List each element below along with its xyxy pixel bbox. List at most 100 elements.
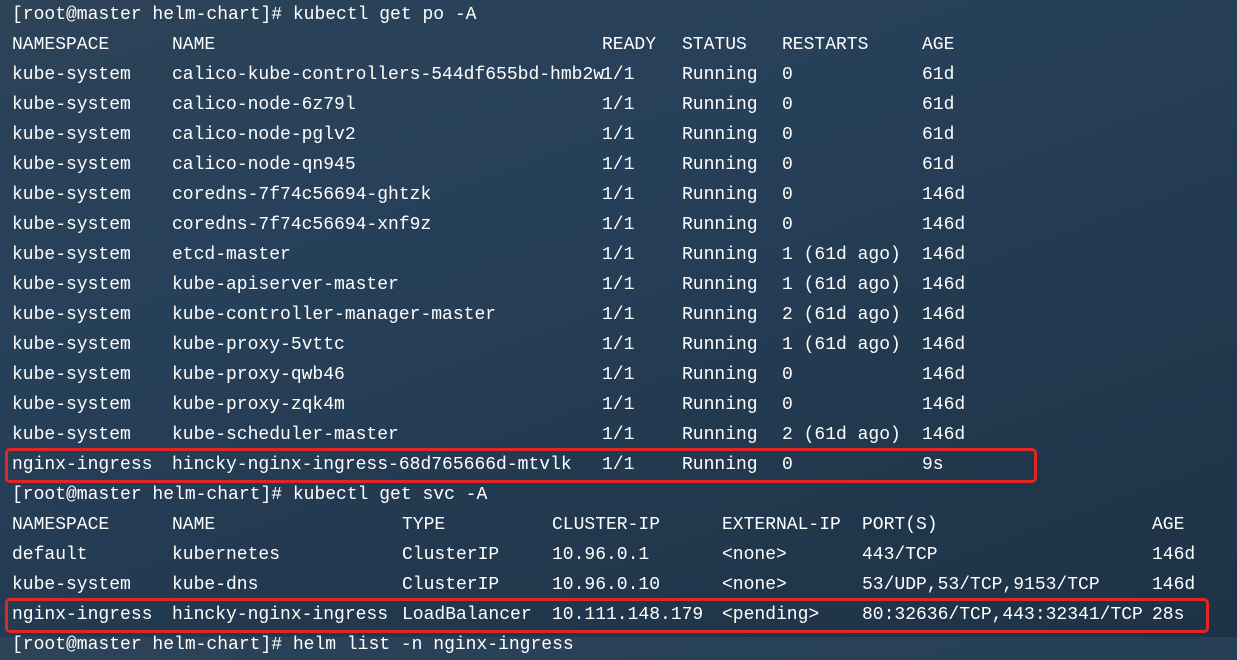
column-header: NAMESPACE (12, 35, 110, 55)
table-cell: Running (682, 125, 758, 145)
table-cell: 0 (782, 215, 793, 235)
table-cell: kube-system (12, 425, 131, 445)
table-cell: 1/1 (602, 395, 635, 415)
column-header: STATUS (682, 35, 747, 55)
table-cell: 10.96.0.10 (552, 575, 661, 595)
table-cell: 146d (1152, 575, 1196, 595)
command-line: [root@master helm-chart]# helm list -n n… (12, 635, 574, 655)
table-cell: 146d (922, 425, 966, 445)
table-cell: Running (682, 395, 758, 415)
table-cell: 0 (782, 65, 793, 85)
table-cell: Running (682, 215, 758, 235)
table-cell: calico-node-pglv2 (172, 125, 356, 145)
table-cell: kube-proxy-5vttc (172, 335, 345, 355)
command-line: [root@master helm-chart]# kubectl get po… (12, 5, 477, 25)
table-cell: <none> (722, 545, 787, 565)
table-cell: 1/1 (602, 185, 635, 205)
table-cell: 61d (922, 125, 955, 145)
table-cell: Running (682, 335, 758, 355)
table-cell: 146d (922, 335, 966, 355)
table-cell: 1/1 (602, 95, 635, 115)
table-cell: 1/1 (602, 275, 635, 295)
table-cell: 0 (782, 185, 793, 205)
table-cell: 1/1 (602, 215, 635, 235)
table-cell: Running (682, 305, 758, 325)
table-cell: 53/UDP,53/TCP,9153/TCP (862, 575, 1100, 595)
table-cell: 28s (1152, 605, 1185, 625)
table-cell: 146d (1152, 545, 1196, 565)
table-cell: 0 (782, 155, 793, 175)
table-cell: kube-system (12, 95, 131, 115)
table-cell: 1 (61d ago) (782, 275, 901, 295)
table-cell: 146d (922, 245, 966, 265)
column-header: EXTERNAL-IP (722, 515, 841, 535)
table-cell: 1/1 (602, 65, 635, 85)
table-cell: kubernetes (172, 545, 281, 565)
table-cell: 1/1 (602, 455, 635, 475)
table-cell: 0 (782, 125, 793, 145)
table-cell: 2 (61d ago) (782, 425, 901, 445)
table-cell: 146d (922, 305, 966, 325)
table-cell: 443/TCP (862, 545, 938, 565)
table-cell: ClusterIP (402, 545, 500, 565)
table-cell: 61d (922, 155, 955, 175)
table-cell: Running (682, 425, 758, 445)
table-cell: 1/1 (602, 125, 635, 145)
table-cell: calico-kube-controllers-544df655bd-hmb2w (172, 65, 605, 85)
table-cell: coredns-7f74c56694-xnf9z (172, 215, 432, 235)
column-header: READY (602, 35, 657, 55)
table-cell: 0 (782, 365, 793, 385)
table-cell: hincky-nginx-ingress-68d765666d-mtvlk (172, 455, 572, 475)
table-cell: 2 (61d ago) (782, 305, 901, 325)
table-cell: 1 (61d ago) (782, 335, 901, 355)
table-cell: 146d (922, 365, 966, 385)
table-cell: 1/1 (602, 425, 635, 445)
table-cell: coredns-7f74c56694-ghtzk (172, 185, 432, 205)
table-cell: Running (682, 65, 758, 85)
column-header: PORT(S) (862, 515, 938, 535)
table-cell: kube-system (12, 215, 131, 235)
table-cell: ClusterIP (402, 575, 500, 595)
table-cell: 10.111.148.179 (552, 605, 704, 625)
terminal-window[interactable]: [root@master helm-chart]# kubectl get po… (0, 0, 1237, 655)
table-cell: kube-system (12, 65, 131, 85)
table-cell: kube-scheduler-master (172, 425, 399, 445)
table-cell: Running (682, 155, 758, 175)
table-cell: nginx-ingress (12, 605, 153, 625)
table-cell: kube-system (12, 185, 131, 205)
column-header: TYPE (402, 515, 446, 535)
table-cell: kube-system (12, 575, 131, 595)
table-cell: kube-system (12, 125, 131, 145)
column-header: RESTARTS (782, 35, 869, 55)
table-cell: Running (682, 455, 758, 475)
table-cell: 1/1 (602, 365, 635, 385)
table-cell: 1/1 (602, 155, 635, 175)
table-cell: 0 (782, 95, 793, 115)
table-cell: kube-system (12, 305, 131, 325)
column-header: AGE (1152, 515, 1185, 535)
table-cell: kube-system (12, 245, 131, 265)
table-cell: kube-controller-manager-master (172, 305, 497, 325)
column-header: NAMESPACE (12, 515, 110, 535)
table-cell: Running (682, 365, 758, 385)
table-cell: Running (682, 275, 758, 295)
table-cell: 61d (922, 65, 955, 85)
table-cell: Running (682, 185, 758, 205)
table-cell: Running (682, 245, 758, 265)
table-cell: 146d (922, 395, 966, 415)
table-cell: 146d (922, 215, 966, 235)
table-cell: kube-system (12, 155, 131, 175)
table-cell: kube-proxy-qwb46 (172, 365, 345, 385)
table-cell: <none> (722, 575, 787, 595)
table-cell: etcd-master (172, 245, 291, 265)
table-cell: 146d (922, 185, 966, 205)
table-cell: 0 (782, 395, 793, 415)
table-cell: kube-apiserver-master (172, 275, 399, 295)
column-header: NAME (172, 35, 216, 55)
table-cell: <pending> (722, 605, 820, 625)
column-header: AGE (922, 35, 955, 55)
column-header: CLUSTER-IP (552, 515, 661, 535)
table-cell: kube-system (12, 335, 131, 355)
column-header: NAME (172, 515, 216, 535)
table-cell: 61d (922, 95, 955, 115)
